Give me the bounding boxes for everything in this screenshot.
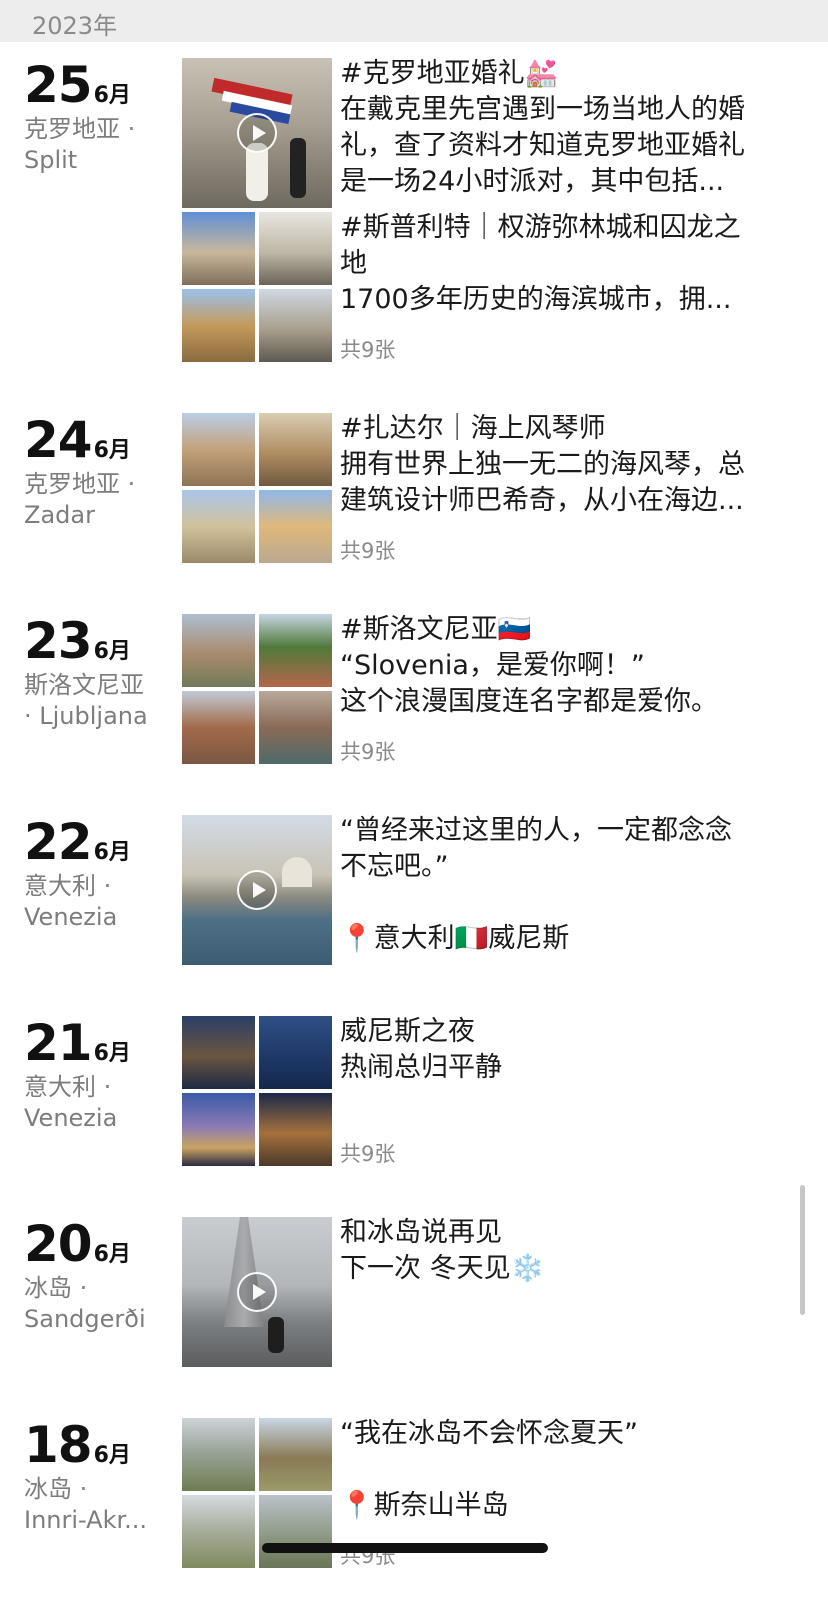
- photo-thumbnail: [182, 614, 255, 687]
- day-number: 22: [24, 813, 93, 871]
- entry-date: 236月 斯洛文尼亚 · Ljubljana: [24, 614, 174, 732]
- entry-date: 256月 克罗地亚 · Split: [24, 58, 174, 176]
- month-label: 6月: [93, 83, 131, 108]
- photo-thumbnail: [259, 1016, 332, 1089]
- photo-count: 共9张: [340, 539, 396, 563]
- month-label: 6月: [93, 840, 131, 865]
- video-thumbnail[interactable]: [182, 58, 332, 208]
- photo-thumbnail: [259, 490, 332, 563]
- post-text: 和冰岛说再见 下一次 冬天见❄️: [340, 1217, 545, 1284]
- month-label: 6月: [93, 438, 131, 463]
- video-post[interactable]: 和冰岛说再见 下一次 冬天见❄️: [182, 1217, 802, 1367]
- video-thumbnail[interactable]: [182, 815, 332, 965]
- location: 冰岛 · Innri-Akr...: [24, 1475, 148, 1534]
- entry-date: 246月 克罗地亚 · Zadar: [24, 413, 174, 531]
- month-label: 6月: [93, 1443, 131, 1468]
- location: 意大利 · Venezia: [24, 872, 118, 931]
- photo-thumbnail: [259, 1093, 332, 1166]
- play-icon: [237, 1272, 277, 1312]
- location: 意大利 · Venezia: [24, 1073, 118, 1132]
- photo-thumbnail: [182, 1093, 255, 1166]
- day-number: 20: [24, 1215, 93, 1273]
- entry-date: 216月 意大利 · Venezia: [24, 1016, 174, 1134]
- photo-thumbnail: [259, 413, 332, 486]
- day-number: 21: [24, 1014, 93, 1072]
- photo-thumbnail: [182, 490, 255, 563]
- post-text: “我在冰岛不会怀念夏天” 📍斯奈山半岛: [340, 1416, 800, 1524]
- year-label: 2023年: [32, 12, 118, 40]
- photo-thumbnail: [182, 1495, 255, 1568]
- photo-thumbnail: [259, 614, 332, 687]
- video-thumbnail[interactable]: [182, 1217, 332, 1367]
- entry-date: 226月 意大利 · Venezia: [24, 815, 174, 933]
- post-text: #斯洛文尼亚🇸🇮 “Slovenia，是爱你啊！” 这个浪漫国度连名字都是爱你。: [340, 614, 718, 717]
- photo-thumbnail: [182, 212, 255, 285]
- photo-thumbnail: [182, 691, 255, 764]
- video-post[interactable]: “曾经来过这里的人，一定都念念 不忘吧。” 📍意大利🇮🇹威尼斯: [182, 815, 802, 965]
- photo-thumbnail: [259, 289, 332, 362]
- location-tag: 📍意大利🇮🇹威尼斯: [340, 923, 570, 954]
- photo-thumbnail: [182, 1418, 255, 1491]
- photo-thumbnail: [259, 691, 332, 764]
- photo-post[interactable]: #斯洛文尼亚🇸🇮 “Slovenia，是爱你啊！” 这个浪漫国度连名字都是爱你。…: [182, 614, 802, 764]
- day-number: 24: [24, 411, 93, 469]
- photo-thumbnail: [182, 413, 255, 486]
- month-label: 6月: [93, 639, 131, 664]
- post-text: #斯普利特｜权游弥林城和囚龙之 地 1700多年历史的海滨城市，拥...: [340, 212, 741, 315]
- location: 冰岛 · Sandgerði: [24, 1274, 146, 1333]
- photo-thumbnail: [182, 1016, 255, 1089]
- photo-post[interactable]: 威尼斯之夜 热闹总归平静 共9张: [182, 1016, 802, 1166]
- photo-post[interactable]: #扎达尔｜海上风琴师 拥有世界上独一无二的海风琴，总 建筑设计师巴希奇，从小在海…: [182, 413, 802, 563]
- photo-thumbnail: [259, 1495, 332, 1568]
- post-text: “曾经来过这里的人，一定都念念 不忘吧。” 📍意大利🇮🇹威尼斯: [340, 813, 800, 957]
- location: 克罗地亚 · Split: [24, 115, 136, 174]
- location: 斯洛文尼亚 · Ljubljana: [24, 671, 148, 730]
- scrollbar[interactable]: [800, 1185, 805, 1315]
- entry-date: 206月 冰岛 · Sandgerði: [24, 1217, 174, 1335]
- photo-count: 共9张: [340, 338, 396, 362]
- photo-grid[interactable]: [182, 614, 332, 764]
- post-text: #扎达尔｜海上风琴师 拥有世界上独一无二的海风琴，总 建筑设计师巴希奇，从小在海…: [340, 413, 745, 516]
- photo-thumbnail: [259, 1418, 332, 1491]
- day-number: 18: [24, 1416, 93, 1474]
- post-text: #克罗地亚婚礼💒 在戴克里先宫遇到一场当地人的婚 礼，查了资料才知道克罗地亚婚礼…: [340, 58, 745, 197]
- entry-date: 186月 冰岛 · Innri-Akr...: [24, 1418, 174, 1536]
- photo-grid[interactable]: [182, 413, 332, 563]
- home-indicator[interactable]: [262, 1543, 548, 1553]
- day-number: 25: [24, 56, 93, 114]
- location: 克罗地亚 · Zadar: [24, 470, 136, 529]
- day-number: 23: [24, 612, 93, 670]
- year-header: 2023年: [0, 0, 828, 42]
- photo-count: 共9张: [340, 740, 396, 764]
- photo-grid[interactable]: [182, 1016, 332, 1166]
- video-post[interactable]: #克罗地亚婚礼💒 在戴克里先宫遇到一场当地人的婚 礼，查了资料才知道克罗地亚婚礼…: [182, 58, 802, 208]
- post-text: 威尼斯之夜 热闹总归平静: [340, 1016, 502, 1083]
- play-icon: [237, 113, 277, 153]
- photo-grid[interactable]: [182, 212, 332, 362]
- photo-thumbnail: [259, 212, 332, 285]
- play-icon: [237, 870, 277, 910]
- photo-post[interactable]: #斯普利特｜权游弥林城和囚龙之 地 1700多年历史的海滨城市，拥... 共9张: [182, 212, 802, 362]
- photo-thumbnail: [182, 289, 255, 362]
- photo-count: 共9张: [340, 1142, 396, 1166]
- month-label: 6月: [93, 1041, 131, 1066]
- location-tag: 📍斯奈山半岛: [340, 1490, 509, 1521]
- month-label: 6月: [93, 1242, 131, 1267]
